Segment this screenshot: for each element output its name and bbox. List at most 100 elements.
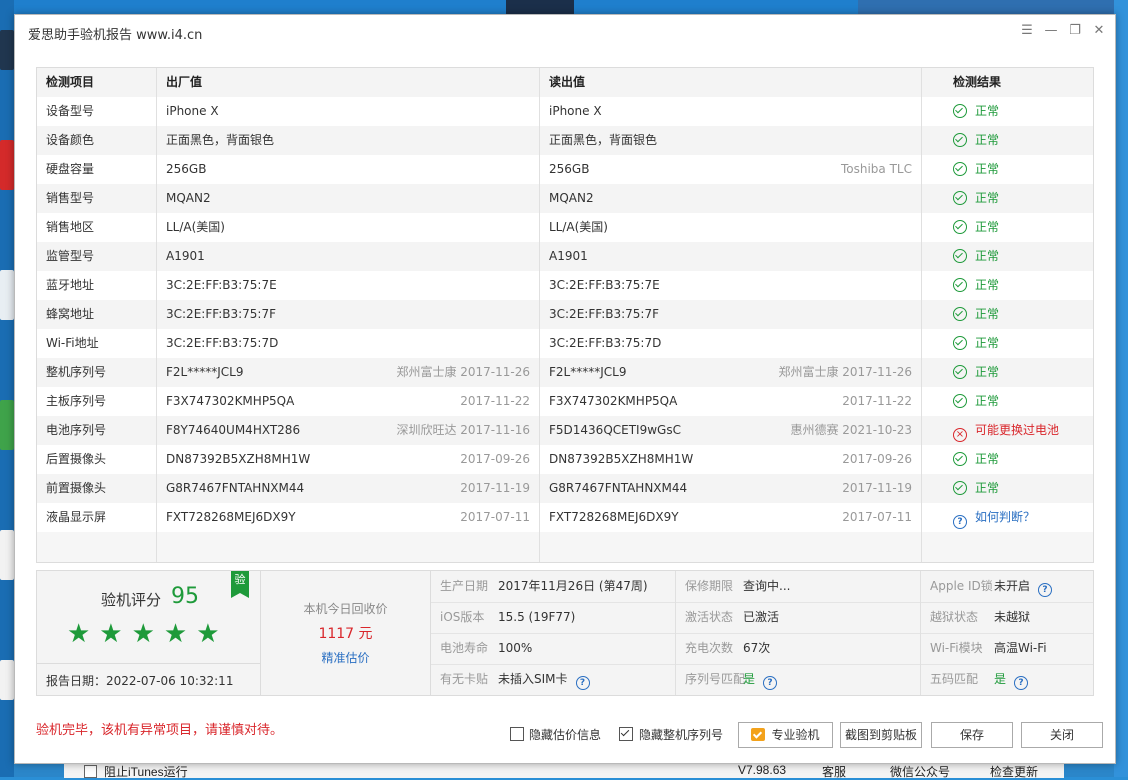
row-result: × 可能更换过电池: [953, 416, 1088, 445]
info-value: 未越狱: [994, 602, 1030, 633]
info-key: 电池寿命: [440, 641, 489, 655]
row-read-value: iPhone X: [549, 104, 602, 118]
row-result: 正常: [953, 358, 1088, 387]
title-bar[interactable]: 爱思助手验机报告 www.i4.cn ☰ — ❐ ✕: [15, 15, 1115, 49]
row-result: 正常: [953, 474, 1088, 503]
info-value-text: 未开启: [994, 579, 1031, 593]
check-circle-icon: [953, 278, 967, 292]
row-factory-value: A1901: [166, 249, 205, 263]
minimize-icon[interactable]: —: [1043, 23, 1059, 39]
info-value-text: 100%: [498, 641, 533, 655]
help-icon[interactable]: ?: [1038, 583, 1053, 597]
block-itunes-label: 阻止iTunes运行: [104, 765, 188, 779]
close-button[interactable]: 关闭: [1021, 722, 1103, 748]
recycle-price-box: 本机今日回收价 1117 元 精准估价: [261, 571, 431, 695]
info-value: 未插入SIM卡?: [498, 664, 590, 695]
info-value: 2017年11月26日 (第47周): [498, 571, 648, 602]
info-value: 100%: [498, 633, 532, 664]
column-divider: [156, 68, 157, 562]
pro-inspection-button[interactable]: 专业验机: [738, 722, 833, 748]
check-circle-icon: [953, 191, 967, 205]
info-key: 序列号匹配: [685, 672, 746, 686]
summary-panel: 验机评分 95 验 ★★★★★ 报告日期：2022-07-06 10:32:11…: [36, 570, 1094, 696]
desktop-shortcut-icon[interactable]: [0, 30, 14, 70]
row-read-note: 2017-11-22: [842, 394, 912, 408]
result-normal-text: 正常: [975, 365, 1000, 379]
table-row: 硬盘容量 256GB 256GB Toshiba TLC 正常: [37, 155, 1093, 184]
desktop-shortcut-icon[interactable]: [0, 140, 14, 190]
desktop-shortcut-icon[interactable]: [0, 660, 14, 700]
info-key: iOS版本: [440, 610, 485, 624]
desktop-shortcut-icon[interactable]: [0, 530, 14, 580]
row-result: 正常: [953, 126, 1088, 155]
row-result[interactable]: ? 如何判断？: [953, 503, 1088, 532]
row-read-value: 3C:2E:FF:B3:75:7D: [549, 336, 662, 350]
row-result: 正常: [953, 213, 1088, 242]
row-item-name: 电池序列号: [46, 423, 107, 437]
row-read-value: 3C:2E:FF:B3:75:7E: [549, 278, 660, 292]
info-value-text: 高温Wi-Fi: [994, 641, 1047, 655]
device-info-grid: 生产日期 2017年11月26日 (第47周) 保修期限 查询中... Apple ID…: [431, 571, 1093, 695]
wechat-link[interactable]: 微信公众号: [890, 763, 950, 780]
help-icon[interactable]: ?: [1014, 676, 1029, 690]
help-icon[interactable]: ?: [763, 676, 778, 690]
menu-icon[interactable]: ☰: [1019, 23, 1035, 39]
check-circle-icon: [953, 133, 967, 147]
how-to-judge-link[interactable]: 如何判断？: [975, 510, 1035, 524]
table-row: 设备型号 iPhone X iPhone X 正常: [37, 97, 1093, 126]
pro-inspection-label: 专业验机: [771, 728, 820, 742]
close-icon[interactable]: ✕: [1091, 23, 1107, 39]
desktop-shortcut-icon[interactable]: [0, 270, 14, 320]
table-row: 蓝牙地址 3C:2E:FF:B3:75:7E 3C:2E:FF:B3:75:7E 正常: [37, 271, 1093, 300]
block-itunes-checkbox[interactable]: [84, 765, 97, 778]
desktop-right-strip: [1114, 0, 1128, 777]
window-title: 爱思助手验机报告 www.i4.cn: [28, 28, 203, 43]
row-item-name: 后置摄像头: [46, 452, 107, 466]
table-header-row: 检测项目 出厂值 读出值 检测结果: [37, 68, 1093, 97]
info-value: 已激活: [743, 602, 779, 633]
info-value-text: 未越狱: [994, 610, 1031, 624]
info-key: 越狱状态: [930, 610, 979, 624]
info-key: 有无卡贴: [440, 672, 489, 686]
row-item-name: 液晶显示屏: [46, 510, 107, 524]
row-item-name: 销售地区: [46, 220, 95, 234]
row-factory-value: 3C:2E:FF:B3:75:7F: [166, 307, 276, 321]
row-factory-value: 256GB: [166, 162, 207, 176]
check-circle-icon: [953, 452, 967, 466]
precise-estimate-link[interactable]: 精准估价: [261, 649, 430, 666]
row-read-value: LL/A(美国): [549, 220, 608, 234]
result-normal-text: 正常: [975, 220, 1000, 234]
row-read-note: Toshiba TLC: [840, 162, 912, 176]
row-item-name: Wi-Fi地址: [46, 336, 99, 350]
check-update-link[interactable]: 检查更新: [990, 763, 1038, 780]
help-circle-icon: ?: [953, 515, 967, 529]
row-factory-note: 郑州富士康 2017-11-26: [396, 365, 530, 379]
score-divider: [37, 663, 260, 664]
info-value-text: 是: [994, 672, 1007, 686]
row-item-name: 销售型号: [46, 191, 95, 205]
table-row: 蜂窝地址 3C:2E:FF:B3:75:7F 3C:2E:FF:B3:75:7F 正常: [37, 300, 1093, 329]
row-result: 正常: [953, 97, 1088, 126]
result-normal-text: 正常: [975, 104, 1000, 118]
hide-serial-checkbox[interactable]: [619, 727, 633, 741]
row-factory-value: MQAN2: [166, 191, 211, 205]
customer-service-link[interactable]: 客服: [822, 763, 846, 780]
check-circle-icon: [953, 162, 967, 176]
result-normal-text: 正常: [975, 336, 1000, 350]
row-result: 正常: [953, 184, 1088, 213]
help-icon[interactable]: ?: [575, 676, 590, 690]
row-item-name: 硬盘容量: [46, 162, 95, 176]
info-value: 是?: [743, 664, 778, 695]
hide-serial-label[interactable]: 隐藏整机序列号: [639, 726, 723, 743]
hide-price-label[interactable]: 隐藏估价信息: [529, 726, 601, 743]
desktop-shortcut-icon[interactable]: [0, 400, 14, 450]
save-button[interactable]: 保存: [931, 722, 1013, 748]
restore-icon[interactable]: ❐: [1067, 23, 1083, 39]
row-read-value: A1901: [549, 249, 588, 263]
screenshot-clipboard-button[interactable]: 截图到剪贴板: [840, 722, 922, 748]
row-factory-note: 深圳欣旺达 2017-11-16: [396, 423, 530, 437]
info-key: 保修期限: [685, 579, 734, 593]
verified-badge: 验: [231, 571, 249, 598]
hide-price-checkbox[interactable]: [510, 727, 524, 741]
table-row: 液晶显示屏 FXT728268MEJ6DX9Y 2017-07-11 FXT72826…: [37, 503, 1093, 532]
